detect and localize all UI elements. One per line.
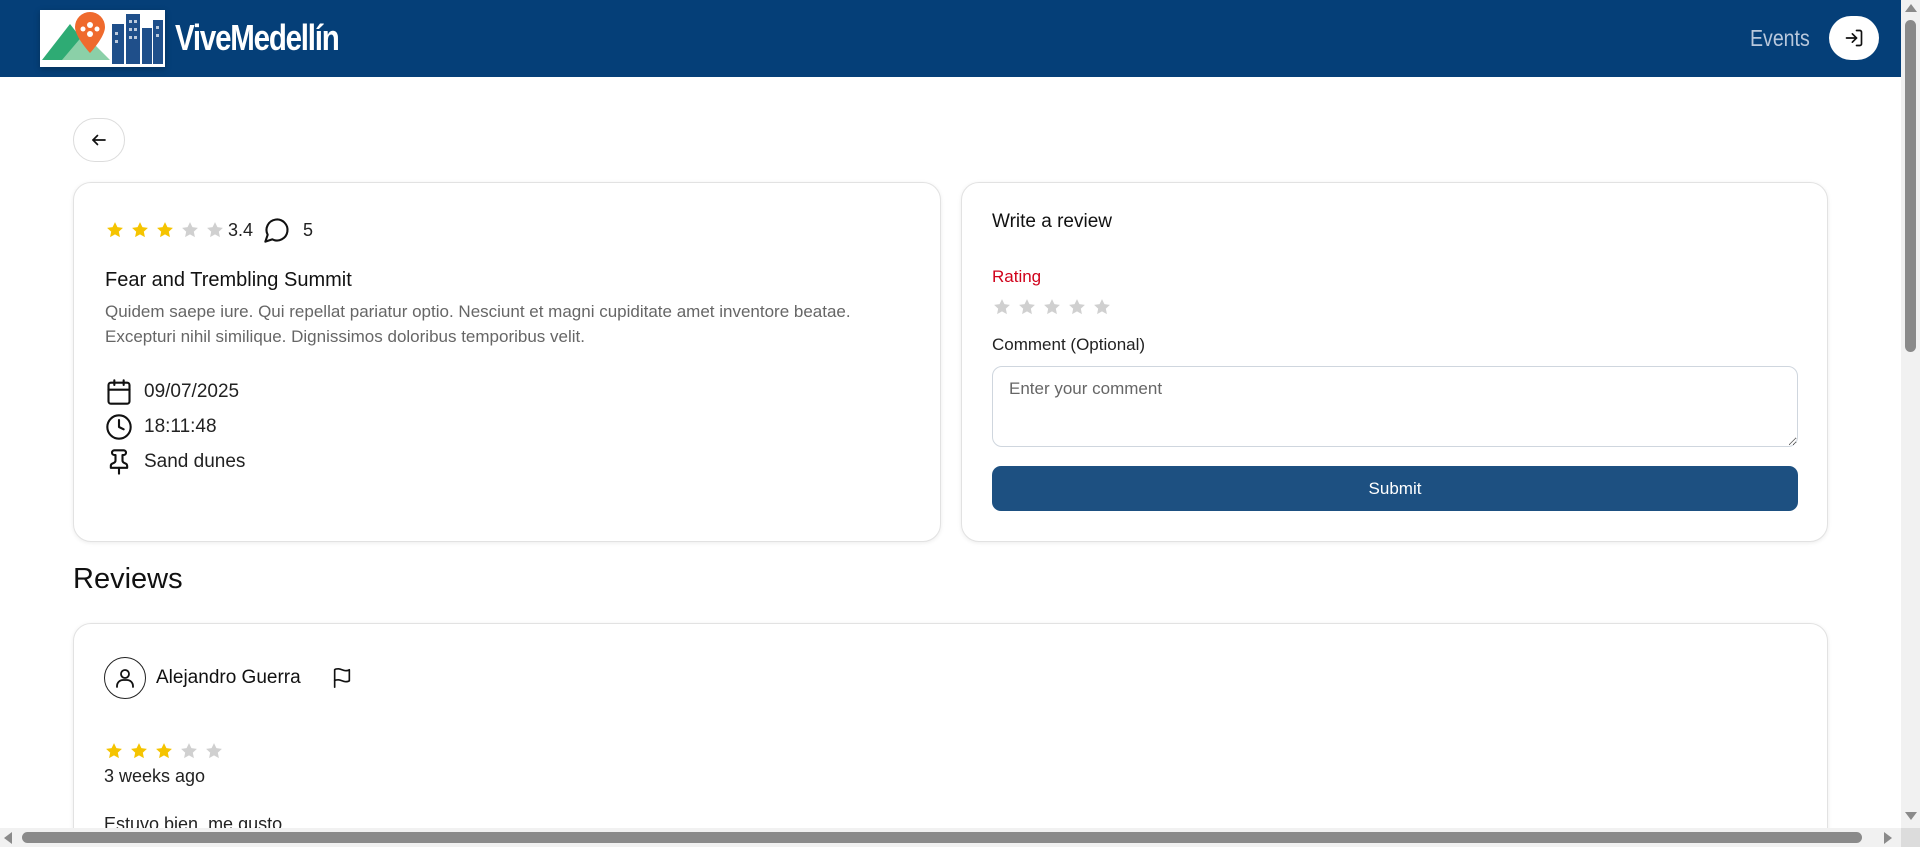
average-rating: 3.4: [228, 219, 254, 240]
event-date: 09/07/2025: [144, 381, 240, 402]
comment-input[interactable]: [992, 366, 1798, 447]
pin-icon: [109, 449, 129, 475]
star-filled-icon: [104, 741, 124, 761]
submit-button[interactable]: Submit: [992, 466, 1798, 511]
star-empty-icon[interactable]: [1017, 297, 1037, 317]
reviewer-name: Alejandro Guerra: [156, 667, 301, 688]
rating-label: Rating: [992, 267, 1042, 286]
event-details-card: 3.4 5 Fear and Trembling Summit Quidem s…: [73, 182, 941, 542]
scrollbar-corner: [1901, 828, 1920, 847]
reviews-heading: Reviews: [73, 563, 183, 595]
event-location-row: Sand dunes: [105, 448, 245, 476]
review-time: 3 weeks ago: [104, 766, 206, 786]
star-filled-icon: [129, 741, 149, 761]
event-date-row: 09/07/2025: [105, 378, 239, 406]
login-icon: [1845, 29, 1863, 47]
calendar-icon: [107, 379, 131, 405]
scroll-left-arrow-icon[interactable]: [4, 832, 12, 844]
comment-label: Comment (Optional): [992, 335, 1146, 354]
review-rating-stars: [104, 741, 224, 761]
write-review-card: Write a review Rating Comment (Optional)…: [961, 182, 1828, 542]
rating-star-input[interactable]: [992, 297, 1112, 317]
star-empty-icon[interactable]: [1042, 297, 1062, 317]
star-filled-icon: [130, 220, 150, 240]
star-empty-icon[interactable]: [1092, 297, 1112, 317]
horizontal-scroll-thumb[interactable]: [22, 832, 1862, 843]
horizontal-scrollbar[interactable]: [0, 828, 1901, 847]
back-button[interactable]: [73, 118, 125, 162]
top-navbar: ViveMedellín Events: [0, 0, 1901, 77]
brand-name[interactable]: ViveMedellín: [175, 17, 340, 59]
event-time: 18:11:48: [144, 416, 217, 437]
star-empty-icon: [180, 220, 200, 240]
comment-icon: [264, 218, 289, 243]
event-title: Fear and Trembling Summit: [105, 269, 352, 291]
avatar: [104, 657, 146, 699]
star-filled-icon: [105, 220, 125, 240]
nav-link-events[interactable]: Events: [1750, 25, 1810, 52]
star-filled-icon: [155, 220, 175, 240]
logo-icon: [42, 12, 163, 64]
scroll-right-arrow-icon[interactable]: [1884, 832, 1892, 844]
review-card: Alejandro Guerra 3 weeks ago Estuvo bien…: [73, 623, 1828, 847]
clock-icon: [106, 414, 132, 440]
star-filled-icon: [154, 741, 174, 761]
scroll-down-arrow-icon[interactable]: [1905, 812, 1917, 820]
star-empty-icon[interactable]: [1067, 297, 1087, 317]
write-review-title: Write a review: [992, 211, 1113, 232]
comment-count: 5: [303, 219, 314, 240]
event-time-row: 18:11:48: [105, 413, 217, 441]
star-empty-icon: [205, 220, 225, 240]
reviewer-row: Alejandro Guerra: [104, 657, 353, 699]
event-rating-stars: [105, 220, 225, 240]
event-description: Quidem saepe iure. Qui repellat pariatur…: [105, 302, 851, 346]
login-button[interactable]: [1829, 16, 1879, 60]
arrow-left-icon: [92, 134, 106, 146]
vertical-scroll-thumb[interactable]: [1905, 20, 1916, 352]
star-empty-icon: [179, 741, 199, 761]
event-location: Sand dunes: [144, 451, 246, 472]
star-empty-icon[interactable]: [992, 297, 1012, 317]
user-icon: [116, 669, 134, 688]
star-empty-icon: [204, 741, 224, 761]
logo[interactable]: [40, 10, 165, 67]
flag-icon[interactable]: [331, 667, 353, 689]
scroll-up-arrow-icon[interactable]: [1905, 4, 1917, 12]
event-rating-summary: 3.4 5: [105, 216, 313, 244]
vertical-scrollbar[interactable]: [1901, 0, 1920, 847]
